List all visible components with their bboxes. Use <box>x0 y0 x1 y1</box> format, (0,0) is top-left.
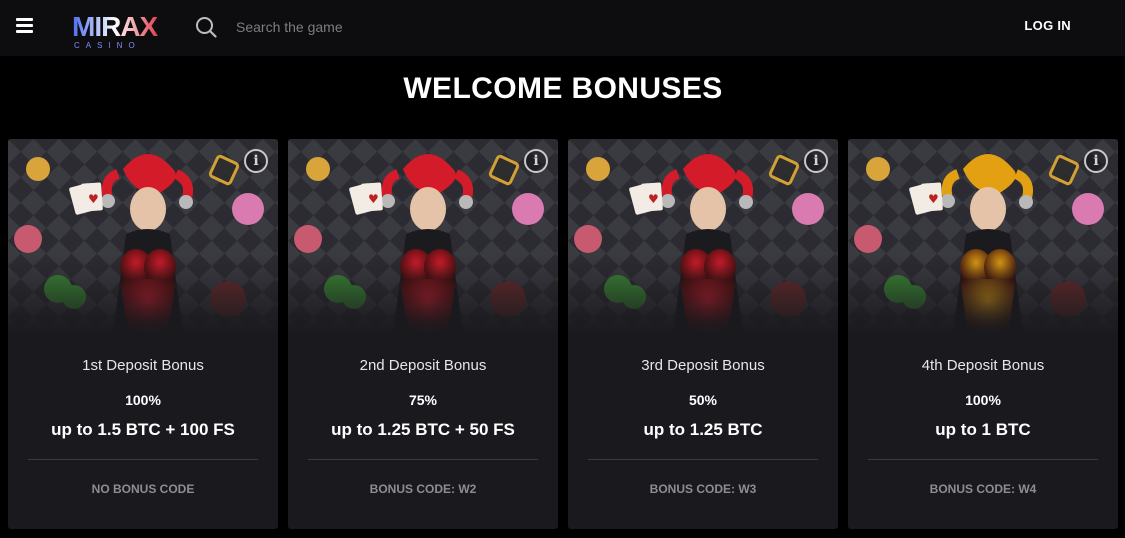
bonus-code: NO BONUS CODE <box>91 482 195 496</box>
bonus-code: BONUS CODE: W4 <box>929 482 1037 496</box>
bonus-percent: 100% <box>125 392 161 408</box>
main-content: WELCOME BONUSES i 1st Deposit Bonus 100%… <box>8 58 1118 538</box>
divider <box>28 459 258 460</box>
bonus-title: 4th Deposit Bonus <box>921 357 1045 374</box>
svg-text:MIRAX: MIRAX <box>72 11 159 42</box>
top-header: MIRAX CASINO LOG IN <box>0 0 1125 56</box>
bonus-code: BONUS CODE: W3 <box>649 482 757 496</box>
bonus-image: ♥ <box>8 139 278 334</box>
bonus-code: BONUS CODE: W2 <box>369 482 477 496</box>
menu-icon[interactable] <box>16 18 33 34</box>
bonus-amount: up to 1.25 BTC + 50 FS <box>331 420 515 439</box>
bonus-card-2[interactable]: ♥ i 2nd Deposit Bonus 75% up to 1.25 BTC… <box>288 139 558 529</box>
divider <box>588 459 818 460</box>
bonus-card-3[interactable]: ♥ i 3rd Deposit Bonus 50% up to 1.25 BTC… <box>568 139 838 529</box>
bonus-image: ♥ <box>848 139 1118 334</box>
bonus-amount: up to 1.5 BTC + 100 FS <box>51 420 235 439</box>
bonus-percent: 75% <box>408 392 438 408</box>
bonus-cards: ♥ i 1st Deposit Bonus 100% up to 1.5 BTC… <box>8 139 1118 529</box>
bonus-amount: up to 1.25 BTC <box>643 420 763 439</box>
svg-text:CASINO: CASINO <box>74 41 141 50</box>
info-icon[interactable]: i <box>804 149 828 173</box>
bonus-image: ♥ <box>568 139 838 334</box>
bonus-title: 2nd Deposit Bonus <box>359 357 487 374</box>
search-input[interactable] <box>228 14 528 40</box>
bonus-title: 3rd Deposit Bonus <box>641 357 765 374</box>
divider <box>868 459 1098 460</box>
bonus-card-1[interactable]: ♥ i 1st Deposit Bonus 100% up to 1.5 BTC… <box>8 139 278 529</box>
bonus-percent: 100% <box>965 392 1001 408</box>
divider <box>308 459 538 460</box>
info-icon[interactable]: i <box>1084 149 1108 173</box>
bonus-amount: up to 1 BTC <box>935 420 1031 439</box>
bonus-percent: 50% <box>688 392 718 408</box>
search-icon[interactable] <box>195 16 217 38</box>
bonus-card-4[interactable]: ♥ i 4th Deposit Bonus 100% up to 1 BTC B… <box>848 139 1118 529</box>
info-icon[interactable]: i <box>524 149 548 173</box>
info-icon[interactable]: i <box>244 149 268 173</box>
bonus-image: ♥ <box>288 139 558 334</box>
page-title: WELCOME BONUSES <box>403 72 723 105</box>
mirax-casino-logo[interactable]: MIRAX CASINO <box>70 9 170 51</box>
bonus-title: 1st Deposit Bonus <box>82 357 204 374</box>
login-button[interactable]: LOG IN <box>1024 18 1071 33</box>
